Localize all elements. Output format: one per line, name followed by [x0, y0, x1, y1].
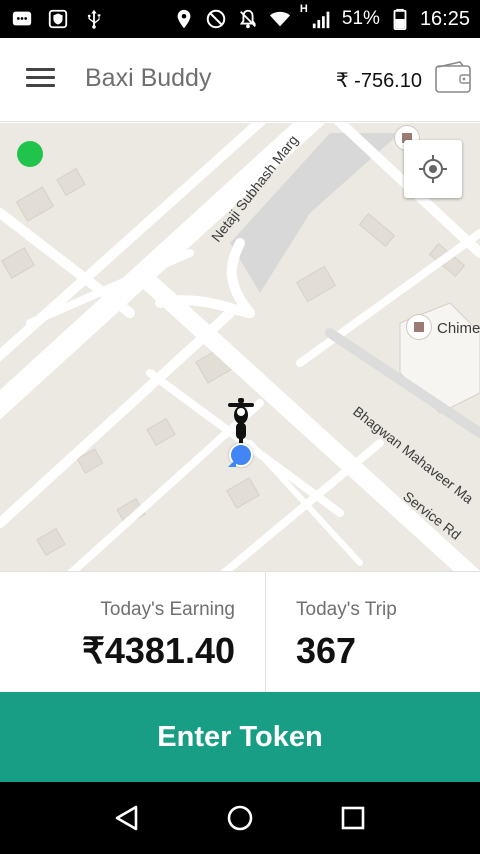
clock: 16:25 — [419, 7, 470, 30]
map-place-label: Chime — [437, 320, 480, 337]
trip-card: Today's Trip 367 — [266, 572, 480, 693]
wallet-balance: ₹ -756.10 — [335, 70, 422, 92]
usb-icon — [82, 7, 106, 31]
place-marker-icon[interactable] — [407, 315, 431, 339]
app-bar: Baxi Buddy ₹ -756.10 — [0, 38, 480, 122]
back-button[interactable] — [103, 794, 151, 842]
crosshair-icon — [419, 155, 447, 183]
notifications-off-icon — [236, 7, 260, 31]
wallet-icon[interactable] — [434, 60, 472, 96]
navigation-bar — [0, 782, 480, 854]
scooter-icon — [228, 398, 254, 445]
battery-percent: 51% — [341, 8, 380, 29]
trip-label: Today's Trip — [296, 599, 397, 620]
message-icon — [10, 7, 34, 31]
battery-icon — [388, 7, 412, 31]
network-type: H — [299, 3, 308, 15]
wifi-icon — [268, 7, 292, 31]
earning-label: Today's Earning — [100, 599, 235, 620]
signal-icon: H — [300, 3, 334, 31]
back-icon — [115, 805, 137, 831]
my-location-button[interactable] — [404, 140, 462, 198]
home-icon — [227, 805, 253, 831]
enter-token-button[interactable]: Enter Token — [0, 692, 480, 782]
trip-value: 367 — [296, 630, 357, 671]
earning-value: ₹4381.40 — [81, 630, 235, 671]
stats-panel: Today's Earning ₹4381.40 Today's Trip 36… — [0, 571, 480, 693]
home-button[interactable] — [216, 794, 264, 842]
menu-button[interactable] — [26, 66, 56, 90]
shield-icon — [46, 7, 70, 31]
map-view[interactable]: Netaji Subhash Marg Bhagwan Mahaveer Ma … — [0, 123, 480, 571]
earning-card: Today's Earning ₹4381.40 — [0, 572, 266, 693]
recents-button[interactable] — [329, 794, 377, 842]
recents-icon — [342, 806, 365, 830]
status-bar: H 51% 16:25 — [0, 0, 480, 38]
location-icon — [172, 7, 196, 31]
direction-arrow-icon — [228, 459, 236, 467]
app-title: Baxi Buddy — [85, 64, 212, 92]
online-status-indicator — [17, 141, 43, 167]
blocked-icon — [204, 7, 228, 31]
